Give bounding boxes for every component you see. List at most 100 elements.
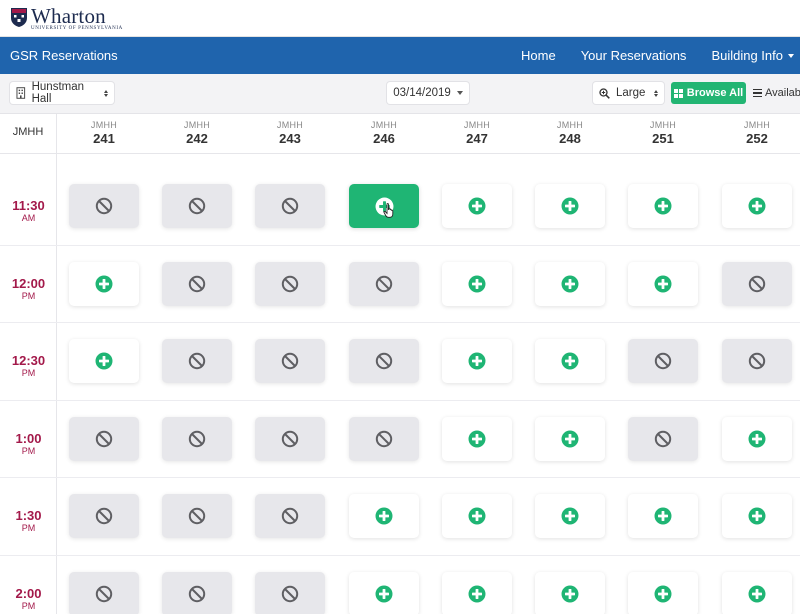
slot-available-252[interactable] <box>722 571 792 614</box>
nav-link-home[interactable]: Home <box>521 48 556 63</box>
building-select-value: Hunstman Hall <box>31 81 85 105</box>
time-label: 1:00 PM <box>0 431 57 456</box>
unavailable-icon <box>95 197 113 215</box>
time-value: 1:00 <box>15 430 42 446</box>
nav-link-your-reservations[interactable]: Your Reservations <box>581 48 687 63</box>
add-circle-icon <box>561 507 579 525</box>
room-header-241[interactable]: JMHH 241 <box>69 120 139 146</box>
chevron-down-icon <box>788 53 794 58</box>
slot-available-248[interactable] <box>535 571 605 614</box>
slot-unavailable-243 <box>255 261 325 306</box>
unavailable-icon <box>375 430 393 447</box>
add-circle-icon <box>468 275 486 292</box>
slot-available-246[interactable] <box>349 494 419 538</box>
row-divider <box>0 554 800 556</box>
add-circle-icon <box>748 430 766 447</box>
browse-all-label: Browse All <box>686 87 744 99</box>
add-circle-icon <box>95 352 113 370</box>
slot-available-251[interactable] <box>628 494 698 538</box>
slot-available-251[interactable] <box>628 571 698 614</box>
room-header-243[interactable]: JMHH 243 <box>255 120 325 146</box>
building-select[interactable]: Hunstman Hall <box>10 81 114 105</box>
room-building-label: JMHH <box>743 120 771 130</box>
nav-links: Home Your Reservations Building Info <box>496 37 794 74</box>
time-column <box>0 154 57 614</box>
add-circle-icon <box>468 507 486 525</box>
add-circle-icon <box>654 197 672 215</box>
slot-available-248[interactable] <box>535 416 605 461</box>
slot-available-247[interactable] <box>442 416 512 461</box>
slot-available-247[interactable] <box>442 494 512 538</box>
time-label: 12:30 PM <box>0 353 57 378</box>
slot-available-248[interactable] <box>535 261 605 306</box>
slot-available-248[interactable] <box>535 494 605 538</box>
unavailable-icon <box>281 430 299 447</box>
unavailable-icon <box>654 352 672 370</box>
time-value: 12:30 <box>11 353 46 368</box>
date-picker-value: 03/14/2019 <box>393 87 451 99</box>
nav-brand[interactable]: GSR Reservations <box>10 37 118 74</box>
slot-available-246[interactable] <box>349 571 419 614</box>
slot-unavailable-243 <box>255 571 325 614</box>
row-divider <box>0 322 800 323</box>
room-header-246[interactable]: JMHH 246 <box>349 120 419 146</box>
slot-available-247[interactable] <box>442 184 512 228</box>
add-circle-icon <box>561 352 579 370</box>
slot-available-247[interactable] <box>442 261 512 306</box>
unavailable-icon <box>281 275 299 292</box>
slot-available-252[interactable] <box>722 184 792 228</box>
add-circle-icon <box>748 507 766 525</box>
slot-available-247[interactable] <box>442 571 512 614</box>
date-picker[interactable]: 03/14/2019 <box>387 82 469 104</box>
room-size-select[interactable]: Large <box>593 82 664 104</box>
add-circle-icon <box>468 430 486 447</box>
nav-link-building-info[interactable]: Building Info <box>711 48 794 63</box>
add-circle-icon <box>468 585 486 602</box>
building-icon <box>16 87 26 99</box>
add-circle-icon <box>468 197 486 215</box>
room-header-251[interactable]: JMHH 251 <box>628 120 698 146</box>
unavailable-icon <box>188 197 206 215</box>
add-circle-icon <box>654 275 672 292</box>
time-ampm: PM <box>21 600 36 611</box>
browse-all-button[interactable]: Browse All <box>671 82 746 104</box>
filter-toolbar: Hunstman Hall 03/14/2019 Large Browse Al… <box>0 74 800 114</box>
slot-available-247[interactable] <box>442 339 512 383</box>
slot-selected-246[interactable] <box>349 184 419 228</box>
add-circle-icon <box>468 352 486 370</box>
unavailable-icon <box>188 585 206 602</box>
room-header-248[interactable]: JMHH 248 <box>535 120 605 146</box>
slot-available-251[interactable] <box>628 261 698 306</box>
add-circle-icon <box>375 197 393 215</box>
available-view-button[interactable]: Available <box>753 82 800 104</box>
add-circle-icon <box>375 585 393 602</box>
unavailable-icon <box>95 430 113 447</box>
room-header-row: JMHH JMHH 241 JMHH 242 JMHH 243 JMHH 246 JMHH 247… <box>0 114 800 154</box>
slot-unavailable-246 <box>349 416 419 461</box>
room-header-242[interactable]: JMHH 242 <box>162 120 232 146</box>
logo-bar: Wharton University of Pennsylvania <box>0 0 800 37</box>
slot-available-248[interactable] <box>535 339 605 383</box>
add-circle-icon <box>748 197 766 215</box>
unavailable-icon <box>188 275 206 292</box>
slot-available-241[interactable] <box>69 339 139 383</box>
slot-available-251[interactable] <box>628 184 698 228</box>
slot-available-252[interactable] <box>722 416 792 461</box>
add-circle-icon <box>561 275 579 292</box>
slot-available-248[interactable] <box>535 184 605 228</box>
room-header-252[interactable]: JMHH 252 <box>722 120 792 146</box>
slot-available-241[interactable] <box>69 261 139 306</box>
add-circle-icon <box>654 507 672 525</box>
room-number-label: 247 <box>466 131 488 146</box>
slot-available-252[interactable] <box>722 494 792 538</box>
logo-wordmark: Wharton <box>31 4 106 28</box>
wharton-logo[interactable]: Wharton University of Pennsylvania <box>10 4 123 32</box>
slot-unavailable-251 <box>628 339 698 383</box>
slot-unavailable-242 <box>162 416 232 461</box>
unavailable-icon <box>281 197 299 215</box>
slot-unavailable-252 <box>722 261 792 306</box>
time-label: 1:30 PM <box>0 508 57 533</box>
room-header-247[interactable]: JMHH 247 <box>442 120 512 146</box>
time-value: 1:30 <box>15 508 42 523</box>
row-divider <box>0 477 800 478</box>
